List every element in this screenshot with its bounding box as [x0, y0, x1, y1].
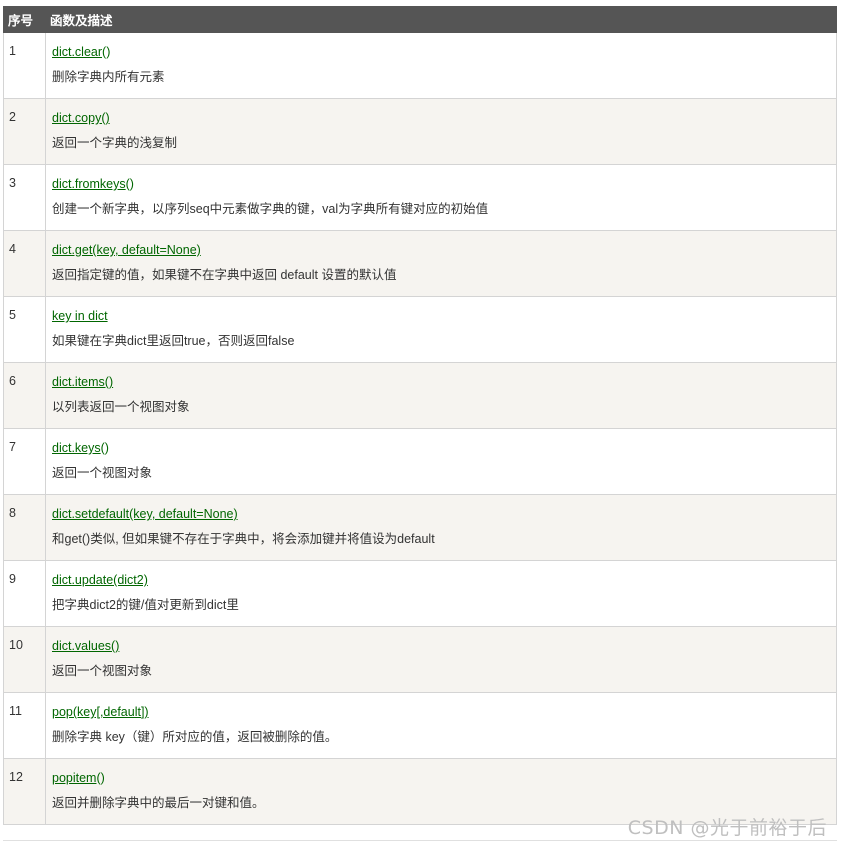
- function-signature: pop(key[,default]): [52, 704, 836, 720]
- row-function-cell: pop(key[,default]) 删除字典 key（键）所对应的值，返回被删除…: [45, 692, 837, 759]
- function-signature: dict.values(): [52, 638, 836, 654]
- function-link[interactable]: dict.update(dict2): [52, 573, 148, 587]
- function-signature: dict.get(key, default=None): [52, 242, 836, 258]
- row-index: 7: [3, 428, 46, 495]
- table-row: 11 pop(key[,default]) 删除字典 key（键）所对应的值，返回被…: [3, 692, 837, 759]
- function-signature: dict.clear(): [52, 44, 836, 60]
- table-row: 3 dict.fromkeys() 创建一个新字典，以序列seq中元素做字典的键，v…: [3, 164, 837, 231]
- row-index: 8: [3, 494, 46, 561]
- function-description: 以列表返回一个视图对象: [52, 400, 190, 414]
- function-link[interactable]: dict.fromkeys: [52, 177, 126, 191]
- function-parens: (): [100, 441, 109, 455]
- function-signature: dict.update(dict2): [52, 572, 836, 588]
- function-signature: dict.fromkeys(): [52, 176, 836, 192]
- function-description: 返回一个字典的浅复制: [52, 136, 178, 150]
- header-function: 函数及描述: [45, 6, 837, 33]
- dict-methods-table-wrapper: 序号 函数及描述 1 dict.clear() 删除字典内所有元素 2 dict.cop…: [3, 6, 837, 825]
- table-body: 1 dict.clear() 删除字典内所有元素 2 dict.copy() 返回一个字典…: [3, 32, 837, 825]
- table-header-row: 序号 函数及描述: [3, 6, 837, 33]
- row-function-cell: dict.setdefault(key, default=None) 和get()…: [45, 494, 837, 561]
- function-link[interactable]: dict.get(key, default=None): [52, 243, 201, 257]
- row-index: 6: [3, 362, 46, 429]
- bottom-divider: [3, 840, 837, 841]
- header-index: 序号: [3, 6, 46, 33]
- function-link[interactable]: dict.clear: [52, 45, 102, 59]
- table-row: 2 dict.copy() 返回一个字典的浅复制: [3, 98, 837, 165]
- row-function-cell: dict.items() 以列表返回一个视图对象: [45, 362, 837, 429]
- function-parens: (): [102, 45, 111, 59]
- dict-methods-table: 序号 函数及描述 1 dict.clear() 删除字典内所有元素 2 dict.cop…: [3, 6, 837, 825]
- function-description: 把字典dict2的键/值对更新到dict里: [52, 598, 239, 612]
- function-link[interactable]: key in dict: [52, 309, 108, 323]
- table-row: 4 dict.get(key, default=None) 返回指定键的值，如果键不…: [3, 230, 837, 297]
- function-description: 和get()类似, 但如果键不存在于字典中，将会添加键并将值设为default: [52, 532, 435, 546]
- function-signature: dict.copy(): [52, 110, 836, 126]
- row-function-cell: dict.values() 返回一个视图对象: [45, 626, 837, 693]
- row-function-cell: dict.copy() 返回一个字典的浅复制: [45, 98, 837, 165]
- function-link[interactable]: dict.setdefault(key, default=None): [52, 507, 238, 521]
- row-index: 3: [3, 164, 46, 231]
- function-description: 返回一个视图对象: [52, 466, 153, 480]
- function-signature: dict.setdefault(key, default=None): [52, 506, 836, 522]
- function-signature: key in dict: [52, 308, 836, 324]
- row-function-cell: dict.get(key, default=None) 返回指定键的值，如果键不在…: [45, 230, 837, 297]
- table-row: 10 dict.values() 返回一个视图对象: [3, 626, 837, 693]
- row-index: 4: [3, 230, 46, 297]
- function-description: 删除字典内所有元素: [52, 70, 165, 84]
- row-function-cell: dict.keys() 返回一个视图对象: [45, 428, 837, 495]
- function-description: 创建一个新字典，以序列seq中元素做字典的键，val为字典所有键对应的初始值: [52, 202, 489, 216]
- csdn-watermark: CSDN @光于前裕于后: [627, 817, 827, 839]
- row-index: 2: [3, 98, 46, 165]
- row-index: 12: [3, 758, 46, 825]
- function-link[interactable]: popitem: [52, 771, 96, 785]
- table-row: 1 dict.clear() 删除字典内所有元素: [3, 32, 837, 99]
- function-parens: (): [125, 177, 134, 191]
- function-link[interactable]: pop(key[,default]): [52, 705, 149, 719]
- row-index: 10: [3, 626, 46, 693]
- table-row: 7 dict.keys() 返回一个视图对象: [3, 428, 837, 495]
- function-description: 返回指定键的值，如果键不在字典中返回 default 设置的默认值: [52, 268, 397, 282]
- table-row: 6 dict.items() 以列表返回一个视图对象: [3, 362, 837, 429]
- function-link[interactable]: dict.keys: [52, 441, 101, 455]
- function-description: 返回并删除字典中的最后一对键和值。: [52, 796, 265, 810]
- function-signature: dict.keys(): [52, 440, 836, 456]
- function-link[interactable]: dict.values(): [52, 639, 119, 653]
- function-link[interactable]: dict.items(): [52, 375, 113, 389]
- row-function-cell: dict.update(dict2) 把字典dict2的键/值对更新到dict里: [45, 560, 837, 627]
- row-function-cell: key in dict 如果键在字典dict里返回true，否则返回false: [45, 296, 837, 363]
- function-parens: (): [96, 771, 105, 785]
- function-description: 返回一个视图对象: [52, 664, 153, 678]
- function-link[interactable]: dict.copy(): [52, 111, 110, 125]
- function-description: 如果键在字典dict里返回true，否则返回false: [52, 334, 295, 348]
- function-signature: dict.items(): [52, 374, 836, 390]
- row-index: 1: [3, 32, 46, 99]
- table-row: 5 key in dict 如果键在字典dict里返回true，否则返回false: [3, 296, 837, 363]
- row-index: 9: [3, 560, 46, 627]
- row-function-cell: dict.fromkeys() 创建一个新字典，以序列seq中元素做字典的键，va…: [45, 164, 837, 231]
- row-index: 11: [3, 692, 46, 759]
- row-function-cell: dict.clear() 删除字典内所有元素: [45, 32, 837, 99]
- row-index: 5: [3, 296, 46, 363]
- table-row: 8 dict.setdefault(key, default=None) 和get(…: [3, 494, 837, 561]
- table-row: 9 dict.update(dict2) 把字典dict2的键/值对更新到dict里: [3, 560, 837, 627]
- function-description: 删除字典 key（键）所对应的值，返回被删除的值。: [52, 730, 338, 744]
- function-signature: popitem(): [52, 770, 836, 786]
